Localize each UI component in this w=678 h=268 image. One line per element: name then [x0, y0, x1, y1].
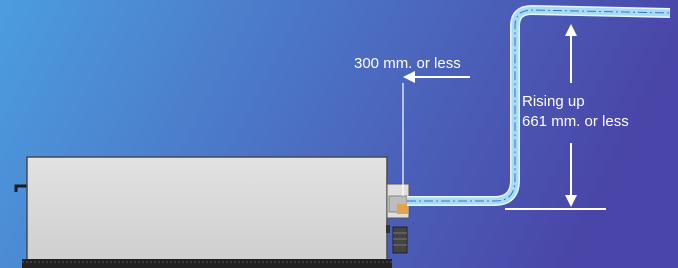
- indoor-unit: [14, 156, 410, 268]
- rise-label-line1: Rising up: [522, 93, 585, 110]
- horizontal-distance-label: 300 mm. or less: [354, 55, 461, 72]
- drain-pipe-diagram: [0, 0, 678, 268]
- rise-label-line2: 661 mm. or less: [522, 113, 629, 130]
- rise-label: Rising up 661 mm. or less: [522, 92, 629, 132]
